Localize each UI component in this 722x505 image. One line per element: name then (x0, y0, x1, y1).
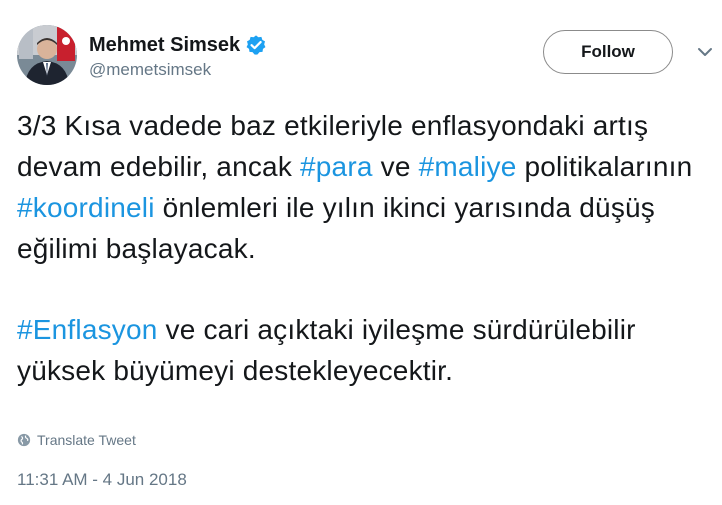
translate-tweet-link[interactable]: Translate Tweet (17, 432, 136, 448)
tweet-text-segment: politikalarının (516, 151, 693, 182)
avatar[interactable] (17, 25, 77, 85)
display-name[interactable]: Mehmet Simsek (89, 34, 240, 57)
tweet-text: 3/3 Kısa vadede baz etkileriyle enflasyo… (17, 105, 717, 391)
tweet-paragraph-2: #Enflasyon ve cari açıktaki iyileşme sür… (17, 309, 717, 391)
tweet-card: Mehmet Simsek @memetsimsek Follow 3/3 Kı… (0, 0, 722, 505)
hashtag-link-maliye[interactable]: #maliye (419, 151, 517, 182)
tweet-header: Mehmet Simsek @memetsimsek (17, 25, 267, 85)
user-handle[interactable]: @memetsimsek (89, 60, 267, 80)
name-row: Mehmet Simsek (89, 30, 267, 60)
tweet-paragraph-1: 3/3 Kısa vadede baz etkileriyle enflasyo… (17, 105, 717, 269)
tweet-text-segment: ve (372, 151, 419, 182)
translate-label: Translate Tweet (37, 432, 136, 448)
hashtag-link-koordineli[interactable]: #koordineli (17, 192, 155, 223)
hashtag-link-para[interactable]: #para (300, 151, 373, 182)
globe-icon (17, 433, 31, 447)
hashtag-link-enflasyon[interactable]: #Enflasyon (17, 314, 158, 345)
follow-button[interactable]: Follow (543, 30, 673, 74)
user-names: Mehmet Simsek @memetsimsek (89, 30, 267, 80)
verified-badge-icon (245, 34, 267, 56)
chevron-down-icon[interactable] (695, 42, 715, 62)
tweet-timestamp[interactable]: 11:31 AM - 4 Jun 2018 (17, 470, 187, 490)
